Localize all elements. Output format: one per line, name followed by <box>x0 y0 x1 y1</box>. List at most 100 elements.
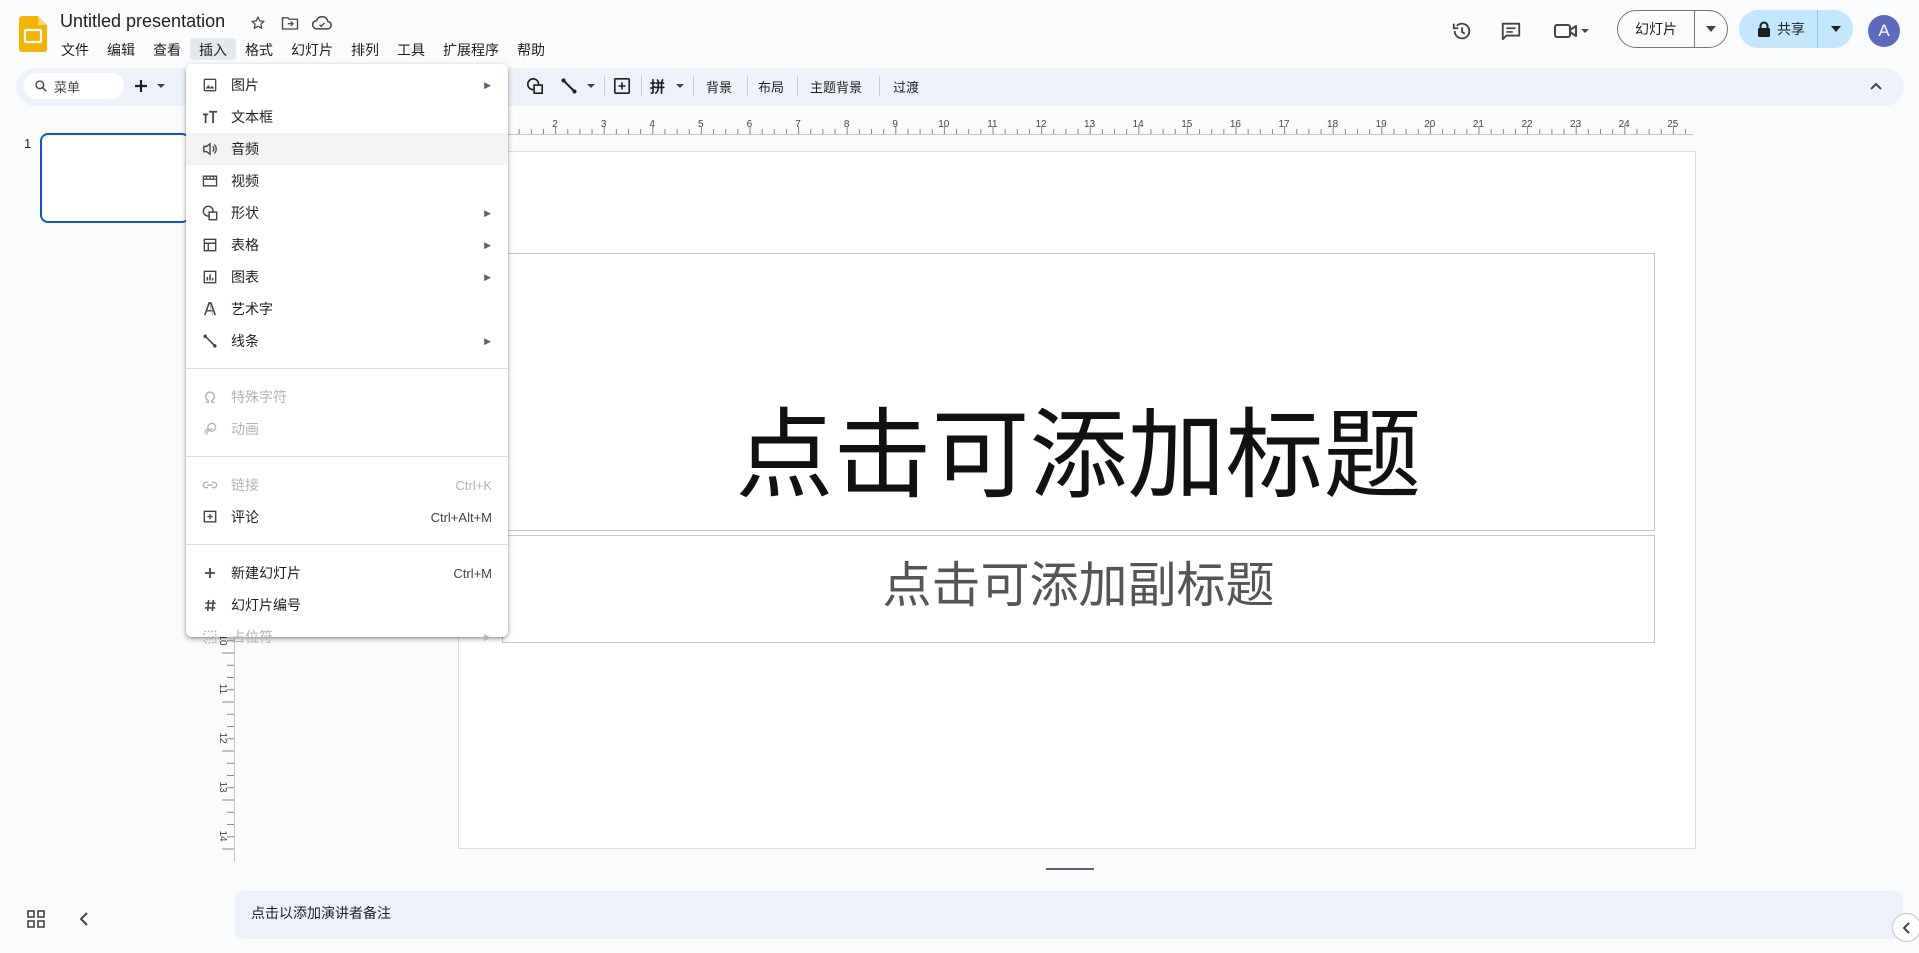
menu-slide[interactable]: 幻灯片 <box>282 38 342 60</box>
submenu-arrow-icon: ▶ <box>484 271 491 282</box>
audio-icon <box>199 142 221 156</box>
slide-thumbnail[interactable] <box>40 133 190 223</box>
toolbar-divider <box>747 76 748 96</box>
menu-item-hash[interactable]: 幻灯片编号 <box>186 589 508 621</box>
meet-call-icon[interactable] <box>1552 17 1592 45</box>
shape-icon[interactable] <box>524 74 546 98</box>
menu-tools[interactable]: 工具 <box>388 38 434 60</box>
submenu-arrow-icon: ▶ <box>484 79 491 90</box>
collapse-filmstrip-icon[interactable] <box>76 909 92 929</box>
menu-item-label: 音频 <box>231 141 259 157</box>
new-slide-icon[interactable] <box>132 74 168 98</box>
menu-insert[interactable]: 插入 <box>190 38 236 60</box>
star-icon[interactable] <box>248 13 268 33</box>
menu-item-chart[interactable]: 图表 ▶ <box>186 261 508 293</box>
share-label: 共享 <box>1777 21 1805 37</box>
input-tools-icon[interactable]: 拼 <box>650 74 688 98</box>
word-art-icon <box>199 302 221 316</box>
horizontal-ruler[interactable]: 2 3 4 5 6 7 8 9 10 11 12 13 14 15 16 17 18 19 20 21 22 23 24 25 <box>505 114 1693 135</box>
menu-item-label: 新建幻灯片 <box>231 565 301 581</box>
plus-icon <box>199 567 221 579</box>
menu-item-label: 艺术字 <box>231 301 273 317</box>
layout-button[interactable]: 布局 <box>758 77 784 96</box>
cloud-saved-icon[interactable] <box>312 13 332 33</box>
share-dropdown-icon[interactable] <box>1818 26 1853 32</box>
menu-bar: 文件 编辑 查看 插入 格式 幻灯片 排列 工具 扩展程序 帮助 <box>52 38 554 60</box>
menu-item-comment-add[interactable]: 评论 Ctrl+Alt+M <box>186 501 508 533</box>
menu-item-label: 图片 <box>231 77 259 93</box>
image-icon <box>199 78 221 92</box>
theme-button[interactable]: 主题背景 <box>810 77 862 96</box>
avatar[interactable]: A <box>1868 15 1900 47</box>
menu-item-line[interactable]: 线条 ▶ <box>186 325 508 357</box>
menu-item-audio[interactable]: 音频 <box>186 133 508 165</box>
menu-edit[interactable]: 编辑 <box>98 38 144 60</box>
menu-item-animation: 动画 <box>186 413 508 445</box>
transition-button[interactable]: 过渡 <box>893 77 919 96</box>
menu-item-label: 表格 <box>231 237 259 253</box>
menu-item-label: 形状 <box>231 205 259 221</box>
background-button[interactable]: 背景 <box>706 77 732 96</box>
menu-separator <box>186 368 508 369</box>
comments-icon[interactable] <box>1497 17 1525 45</box>
menu-item-table[interactable]: 表格 ▶ <box>186 229 508 261</box>
menu-search-input[interactable]: 菜单 <box>24 73 124 99</box>
slideshow-dropdown-icon[interactable] <box>1695 26 1727 32</box>
move-to-folder-icon[interactable] <box>280 13 300 33</box>
speaker-notes-placeholder[interactable]: 点击以添加演讲者备注 <box>251 903 391 923</box>
collapse-toolbar-icon[interactable] <box>1866 74 1886 98</box>
slides-logo-icon[interactable] <box>19 16 47 52</box>
notes-resize-handle[interactable] <box>1046 868 1094 870</box>
slideshow-button[interactable]: 幻灯片 <box>1617 10 1728 48</box>
menu-item-shape[interactable]: 形状 ▶ <box>186 197 508 229</box>
menu-file[interactable]: 文件 <box>52 38 98 60</box>
menu-item-label: 视频 <box>231 173 259 189</box>
menu-item-label: 占位符 <box>231 629 273 645</box>
expand-side-panel-icon[interactable] <box>1892 913 1919 942</box>
subtitle-placeholder-text[interactable]: 点击可添加副标题 <box>502 546 1655 617</box>
ruler-tick-label: 13 <box>217 781 228 793</box>
version-history-icon[interactable] <box>1448 17 1476 45</box>
menu-search-label: 菜单 <box>54 79 81 95</box>
title-placeholder-text[interactable]: 点击可添加标题 <box>502 401 1655 510</box>
line-icon[interactable] <box>560 74 598 98</box>
menu-view[interactable]: 查看 <box>144 38 190 60</box>
menu-help[interactable]: 帮助 <box>508 38 554 60</box>
menu-item-word-art[interactable]: 艺术字 <box>186 293 508 325</box>
grid-view-icon[interactable] <box>26 909 46 929</box>
menu-item-link: 链接 Ctrl+K <box>186 469 508 501</box>
slide-number: 1 <box>24 136 32 151</box>
submenu-arrow-icon: ▶ <box>484 335 491 346</box>
menu-extensions[interactable]: 扩展程序 <box>434 38 508 60</box>
menu-item-video[interactable]: 视频 <box>186 165 508 197</box>
toolbar-divider <box>693 76 694 96</box>
animation-icon <box>199 422 221 436</box>
menu-item-image[interactable]: 图片 ▶ <box>186 69 508 101</box>
search-icon <box>35 80 47 92</box>
submenu-arrow-icon: ▶ <box>484 207 491 218</box>
menu-item-shortcut: Ctrl+M <box>453 565 492 581</box>
slideshow-label: 幻灯片 <box>1618 11 1695 47</box>
menu-item-label: 链接 <box>231 477 259 493</box>
menu-item-shortcut: Ctrl+K <box>455 477 492 493</box>
menu-item-label: 评论 <box>231 509 259 525</box>
menu-item-label: 图表 <box>231 269 259 285</box>
toolbar-divider <box>641 76 642 96</box>
menu-item-plus[interactable]: 新建幻灯片 Ctrl+M <box>186 557 508 589</box>
insert-menu-dropdown: 图片 ▶ 文本框 音频 视频 形状 ▶ 表格 ▶ 图表 ▶ 艺术字 线条 ▶ 特殊字符 动画 链接 Ctrl+K 评… <box>186 64 508 645</box>
add-comment-icon[interactable] <box>611 74 633 98</box>
link-icon <box>199 479 221 491</box>
menu-item-label: 动画 <box>231 421 259 437</box>
menu-item-label: 特殊字符 <box>231 389 287 405</box>
share-button[interactable]: 共享 <box>1739 10 1853 48</box>
menu-item-text-box[interactable]: 文本框 <box>186 101 508 133</box>
menu-format[interactable]: 格式 <box>236 38 282 60</box>
speaker-notes-panel[interactable] <box>235 891 1903 939</box>
toolbar-divider <box>797 76 798 96</box>
placeholder-icon <box>199 630 221 644</box>
menu-item-label: 幻灯片编号 <box>231 597 301 613</box>
menu-separator <box>186 544 508 545</box>
toolbar-divider <box>604 76 605 96</box>
document-title[interactable]: Untitled presentation <box>60 11 225 32</box>
menu-arrange[interactable]: 排列 <box>342 38 388 60</box>
